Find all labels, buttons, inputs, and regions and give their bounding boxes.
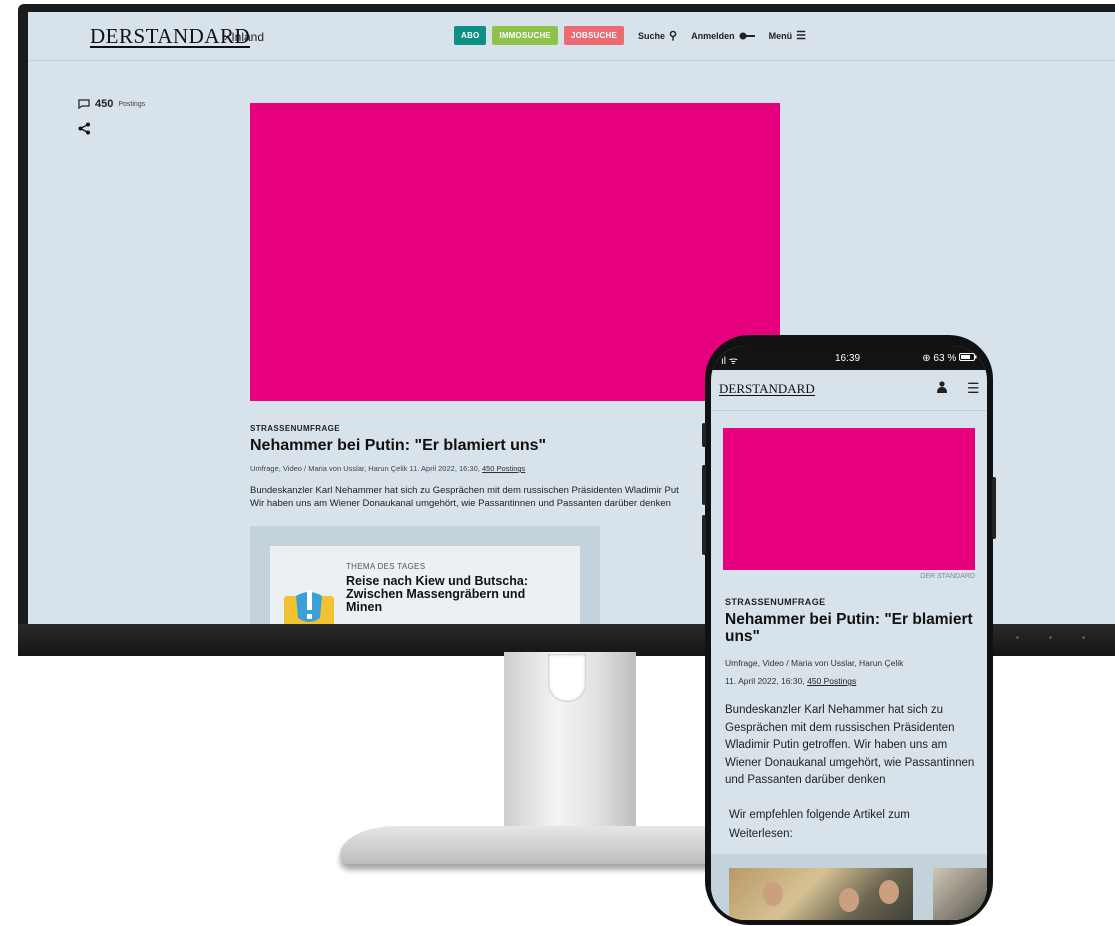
phone-side-button bbox=[702, 465, 706, 505]
status-time: 16:39 bbox=[835, 353, 861, 364]
article-title: Nehammer bei Putin: "Er blamiert uns" bbox=[725, 611, 973, 645]
site-logo[interactable]: DERSTANDARD bbox=[719, 382, 815, 396]
postings-link[interactable]: 450 Postings bbox=[78, 98, 145, 110]
battery-label: ⊕ 63 % bbox=[922, 353, 957, 364]
photo-person bbox=[879, 880, 899, 904]
signal-icon: ıl ᯤ bbox=[721, 356, 738, 367]
related-box: THEMA DES TAGES Reise nach Kiew und Buts… bbox=[250, 526, 600, 624]
article-lead: Bundeskanzler Karl Nehammer hat sich zu … bbox=[250, 484, 720, 510]
power-icon bbox=[1082, 636, 1085, 639]
immosuche-button[interactable]: IMMOSUCHE bbox=[492, 26, 558, 45]
article-kicker: STRASSENUMFRAGE bbox=[250, 424, 341, 433]
postings-label: Postings bbox=[118, 100, 146, 108]
monitor-buttons bbox=[1016, 636, 1085, 639]
key-icon bbox=[739, 32, 755, 39]
postings-count-link[interactable]: 450 Postings bbox=[482, 464, 525, 473]
article-hero-image[interactable] bbox=[250, 103, 780, 401]
desktop-site-header: DERSTANDARD › Inland ABO IMMOSUCHE JOBSU… bbox=[28, 12, 1115, 61]
teaser-kicker: THEMA DES TAGES bbox=[346, 562, 426, 571]
article-date-text: 11. April 2022, 16:30, bbox=[725, 676, 805, 686]
comment-icon bbox=[78, 99, 90, 109]
monitor-stand-cutout bbox=[548, 654, 586, 702]
recommendation-strip bbox=[711, 854, 987, 920]
postings-count-link[interactable]: 450 Postings bbox=[807, 676, 856, 686]
article-byline: Umfrage, Video / Maria von Usslar, Harun… bbox=[250, 464, 480, 473]
phone-side-button bbox=[702, 515, 706, 555]
article-byline: Umfrage, Video / Maria von Usslar, Harun… bbox=[725, 658, 904, 668]
teaser-title: Reise nach Kiew und Butscha: Zwischen Ma… bbox=[346, 574, 528, 614]
share-icon[interactable] bbox=[78, 122, 145, 138]
jobsuche-button[interactable]: JOBSUCHE bbox=[563, 26, 625, 45]
top-nav: ABO IMMOSUCHE JOBSUCHE Suche ⚲ Anmelden … bbox=[454, 26, 806, 45]
recommended-article-photo[interactable] bbox=[933, 868, 987, 920]
hamburger-icon[interactable]: ☰ bbox=[967, 380, 980, 397]
monitor-stand-base bbox=[340, 826, 760, 864]
phone-site-header: DERSTANDARD ☰ bbox=[711, 370, 987, 411]
status-bar: ıl ᯤ 16:39 ⊕ 63 % bbox=[711, 346, 987, 370]
teaser-card[interactable]: THEMA DES TAGES Reise nach Kiew und Buts… bbox=[270, 546, 580, 624]
article-title: Nehammer bei Putin: "Er blamiert uns" bbox=[250, 437, 547, 454]
recommended-article-photo[interactable] bbox=[729, 868, 913, 920]
battery-indicator: ⊕ 63 % bbox=[922, 353, 977, 364]
teaser-thumbnail bbox=[284, 590, 334, 624]
login-link[interactable]: Anmelden bbox=[691, 31, 755, 41]
article-hero-image[interactable] bbox=[723, 428, 975, 570]
article-lead-line: Wir haben uns am Wiener Donaukanal umgeh… bbox=[250, 498, 671, 509]
abo-button[interactable]: ABO bbox=[454, 26, 487, 45]
photo-person bbox=[763, 882, 783, 906]
article-lead-line: Bundeskanzler Karl Nehammer hat sich zu … bbox=[250, 485, 679, 496]
article-date: 11. April 2022, 16:30, 450 Postings bbox=[725, 676, 856, 686]
article-lead: Bundeskanzler Karl Nehammer hat sich zu … bbox=[725, 704, 975, 786]
menu-link[interactable]: Menü ☰ bbox=[769, 29, 806, 42]
search-icon: ⚲ bbox=[669, 30, 678, 42]
hamburger-icon: ☰ bbox=[796, 30, 806, 42]
search-link[interactable]: Suche ⚲ bbox=[638, 29, 677, 42]
monitor-button-dot bbox=[1049, 636, 1052, 639]
photo-person bbox=[839, 888, 859, 912]
postings-count: 450 bbox=[95, 98, 114, 110]
smartphone: ıl ᯤ 16:39 ⊕ 63 % DERSTANDARD ☰ DER STAN… bbox=[702, 335, 996, 925]
search-label: Suche bbox=[638, 30, 666, 41]
article-kicker: STRASSENUMFRAGE bbox=[725, 597, 826, 607]
monitor-button-dot bbox=[1016, 636, 1019, 639]
battery-icon bbox=[959, 353, 977, 361]
image-credit: DER STANDARD bbox=[920, 573, 975, 580]
recommendation-heading: Wir empfehlen folgende Artikel zum Weite… bbox=[729, 809, 910, 840]
phone-side-button bbox=[702, 423, 706, 447]
breadcrumb[interactable]: › Inland bbox=[224, 30, 264, 44]
menu-label: Menü bbox=[768, 30, 793, 41]
login-label: Anmelden bbox=[691, 30, 735, 41]
phone-side-button bbox=[992, 477, 996, 539]
article-meta: Umfrage, Video / Maria von Usslar, Harun… bbox=[250, 464, 525, 473]
phone-screen: ıl ᯤ 16:39 ⊕ 63 % DERSTANDARD ☰ DER STAN… bbox=[711, 346, 987, 920]
user-icon[interactable] bbox=[937, 381, 947, 396]
article-sidebar: 450 Postings bbox=[78, 98, 145, 138]
